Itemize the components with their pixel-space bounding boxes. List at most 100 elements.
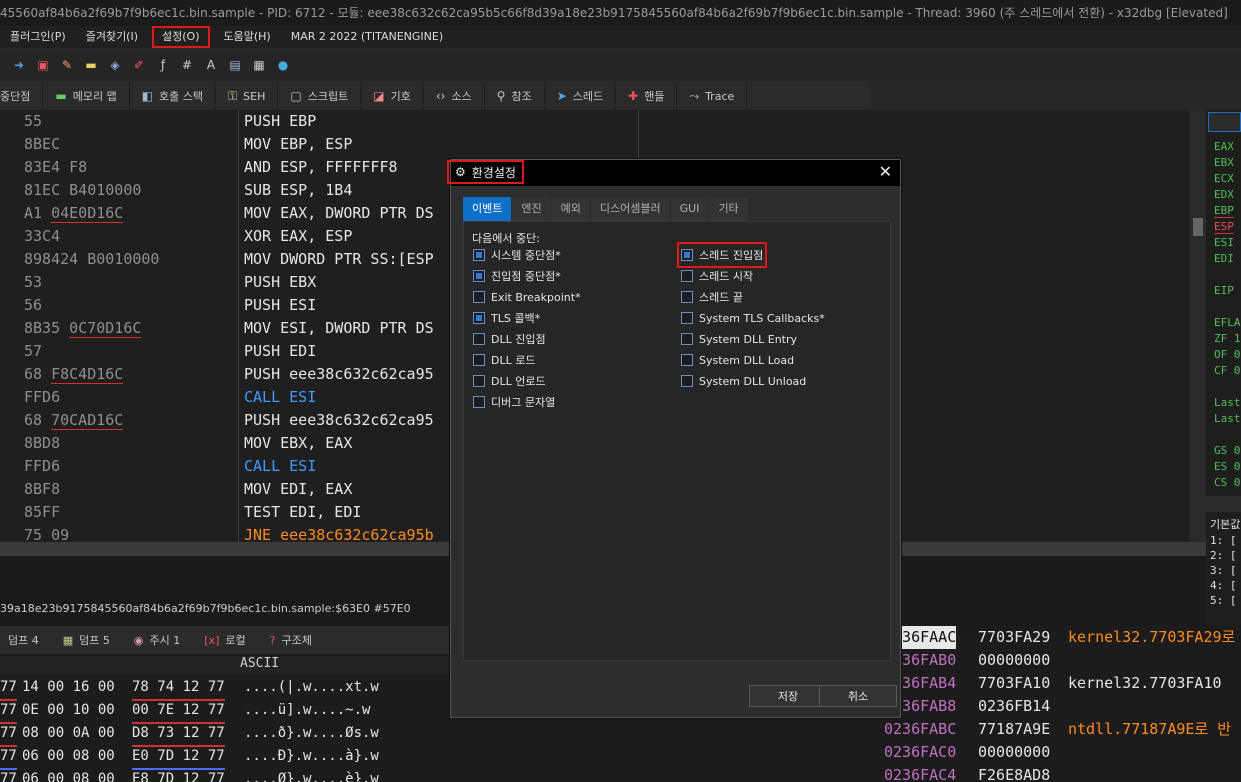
menu-plugins[interactable]: 플러그인(P) (0, 26, 76, 48)
checkbox[interactable] (473, 396, 485, 408)
callstack-row[interactable]: 4: [ (1210, 579, 1237, 592)
event-checkbox-right[interactable]: 스레드 진입점 (676, 242, 768, 268)
event-checkbox-right[interactable]: System TLS Callbacks* (681, 309, 825, 327)
highlight-icon[interactable]: ✐ (130, 56, 148, 74)
fx-icon[interactable]: ƒ (154, 56, 172, 74)
register-label[interactable]: EIP (1214, 284, 1234, 297)
event-checkbox-left[interactable]: DLL 진입점 (473, 330, 546, 348)
checkbox[interactable] (473, 333, 485, 345)
checkbox[interactable] (681, 291, 693, 303)
register-label[interactable]: Last (1214, 396, 1241, 409)
checkbox[interactable] (681, 312, 693, 324)
tab-dump-5[interactable]: ▦ 덤프 5 (51, 626, 122, 654)
tab-misc[interactable]: 기타 (709, 197, 748, 221)
checkbox[interactable] (473, 354, 485, 366)
pencil-icon[interactable]: ✎ (58, 56, 76, 74)
register-label[interactable]: EDX (1214, 188, 1234, 201)
font-icon[interactable]: A (202, 56, 220, 74)
menu-options[interactable]: 설정(O) (152, 26, 210, 48)
registers-panel[interactable]: EAX EBX ECX EDX EBP ESP ESI EDI EIP EFLA ZF 1 OF 0 C… (1206, 110, 1241, 560)
note-icon[interactable]: ▬ (82, 56, 100, 74)
event-checkbox-right[interactable]: System DLL Entry (681, 330, 797, 348)
tab-struct[interactable]: ? 구조체 (258, 626, 324, 654)
disasm-row[interactable]: 8BEC MOV EBP, ESP (0, 133, 1190, 156)
checkbox[interactable] (681, 375, 693, 387)
tab-call-stack[interactable]: ◧ 호출 스택 (130, 82, 217, 110)
globe-icon[interactable]: ● (274, 56, 292, 74)
tab-trace[interactable]: ⤳ Trace (677, 82, 748, 110)
close-icon[interactable]: ✕ (879, 162, 892, 181)
register-label[interactable]: EBX (1214, 156, 1234, 169)
calculator-icon[interactable]: ▦ (250, 56, 268, 74)
tab-threads[interactable]: ➤ 스레드 (545, 82, 617, 110)
tab-locals[interactable]: [x] 로컬 (192, 626, 257, 654)
callstack-row[interactable]: 1: [ (1210, 534, 1237, 547)
checkbox[interactable] (681, 249, 693, 261)
register-label[interactable]: EAX (1214, 140, 1234, 153)
register-label[interactable]: CF 0 (1214, 364, 1241, 377)
event-checkbox-right[interactable]: System DLL Load (681, 351, 794, 369)
script-icon[interactable]: ▣ (34, 56, 52, 74)
register-label[interactable]: EFLA (1214, 316, 1241, 329)
register-label[interactable]: ECX (1214, 172, 1234, 185)
register-label[interactable]: OF 0 (1214, 348, 1241, 361)
tab-references[interactable]: ⚲ 참조 (485, 82, 545, 110)
register-label[interactable]: ESI (1214, 236, 1234, 249)
event-checkbox-left[interactable]: DLL 언로드 (473, 372, 546, 390)
stack-view[interactable]: 0236FAAC 7703FA29 kernel32.7703FA29로 0236FA… (880, 626, 1241, 782)
event-checkbox-left[interactable]: 시스템 중단점* (473, 246, 561, 264)
cancel-button[interactable]: 취소 (819, 685, 897, 707)
menu-version[interactable]: MAR 2 2022 (TITANENGINE) (281, 26, 453, 48)
tab-seh[interactable]: ⚿ SEH (216, 82, 279, 110)
register-label[interactable]: GS 0 (1214, 444, 1241, 457)
register-label[interactable]: CS 0 (1214, 476, 1241, 489)
checkbox[interactable] (681, 354, 693, 366)
tab-disassembler[interactable]: 디스어셈블러 (590, 197, 670, 221)
callstack-row[interactable]: 3: [ (1210, 564, 1237, 577)
event-checkbox-left[interactable]: TLS 콜백* (473, 309, 540, 327)
patch-icon[interactable]: ◈ (106, 56, 124, 74)
event-checkbox-right[interactable]: 스레드 끝 (681, 288, 743, 306)
tab-dump-4[interactable]: 덤프 4 (0, 626, 51, 654)
register-label[interactable]: ESP (1214, 220, 1234, 234)
hash-icon[interactable]: # (178, 56, 196, 74)
step-into-icon[interactable]: ➜ (10, 56, 28, 74)
tab-script[interactable]: ▢ 스크립트 (278, 82, 362, 110)
callstack-row[interactable]: 5: [ (1210, 594, 1237, 607)
register-label[interactable]: EBP (1214, 204, 1234, 218)
registers-header[interactable] (1208, 112, 1241, 132)
tab-engine[interactable]: 엔진 (512, 197, 551, 221)
tab-gui[interactable]: GUI (670, 197, 709, 221)
save-button[interactable]: 저장 (749, 685, 827, 707)
checkbox[interactable] (473, 375, 485, 387)
checkbox[interactable] (473, 312, 485, 324)
tab-memory-map[interactable]: ▬ 메모리 맵 (43, 82, 130, 110)
checkbox[interactable] (473, 291, 485, 303)
event-checkbox-right[interactable]: System DLL Unload (681, 372, 806, 390)
checkbox[interactable] (681, 333, 693, 345)
tab-symbols[interactable]: ◪ 기호 (361, 82, 424, 110)
register-label[interactable]: ZF 1 (1214, 332, 1241, 345)
disasm-row[interactable]: 55 PUSH EBP (0, 110, 1190, 133)
register-label[interactable]: EDI (1214, 252, 1234, 265)
checkbox[interactable] (473, 249, 485, 261)
menu-help[interactable]: 도움말(H) (214, 26, 281, 48)
tab-source[interactable]: ‹› 소스 (424, 82, 485, 110)
callstack-row[interactable]: 2: [ (1210, 549, 1237, 562)
event-checkbox-right[interactable]: 스레드 시작 (681, 267, 753, 285)
event-checkbox-left[interactable]: Exit Breakpoint* (473, 288, 581, 306)
tab-breakpoints[interactable]: 중단점 (0, 82, 44, 110)
callstack-panel[interactable]: 기본값 1: [2: [3: [4: [5: [ (1206, 496, 1241, 626)
register-label[interactable]: Last (1214, 412, 1241, 425)
event-checkbox-left[interactable]: DLL 로드 (473, 351, 535, 369)
tab-watch-1[interactable]: ◉ 주시 1 (122, 626, 192, 654)
scrollbar-thumb[interactable] (1193, 218, 1203, 236)
checkbox[interactable] (473, 270, 485, 282)
event-checkbox-left[interactable]: 디버그 문자열 (473, 393, 555, 411)
tab-events[interactable]: 이벤트 (463, 197, 512, 221)
tab-handles[interactable]: ✚ 핸들 (616, 82, 678, 110)
document-icon[interactable]: ▤ (226, 56, 244, 74)
checkbox[interactable] (681, 270, 693, 282)
register-label[interactable]: ES 0 (1214, 460, 1241, 473)
event-checkbox-left[interactable]: 진입점 중단점* (473, 267, 561, 285)
